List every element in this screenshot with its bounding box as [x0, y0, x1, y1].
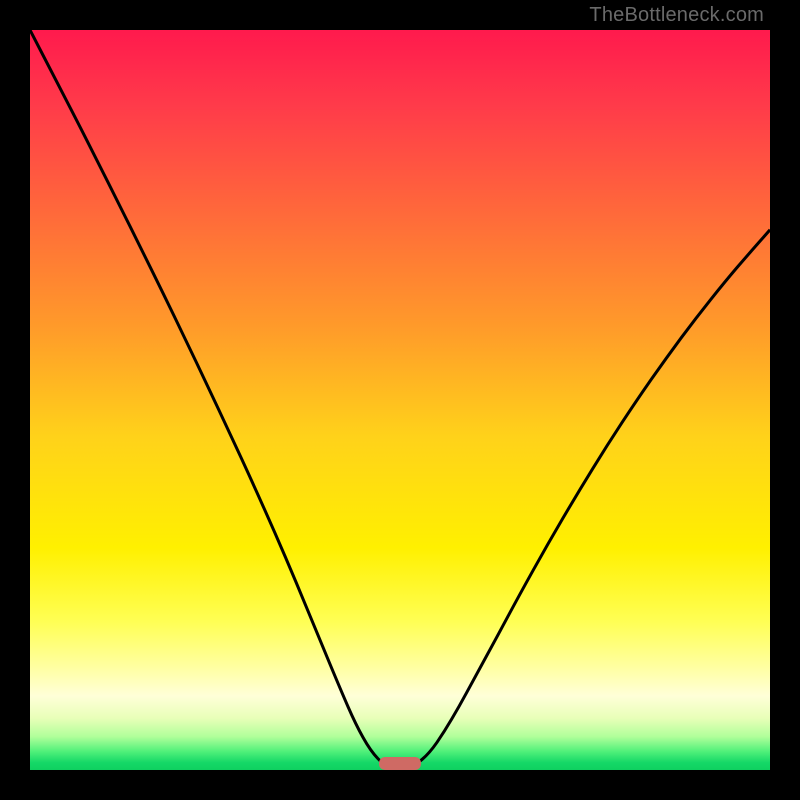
optimum-marker — [379, 757, 421, 770]
watermark-text: TheBottleneck.com — [589, 4, 764, 27]
plot-area — [30, 30, 770, 770]
bottleneck-curve — [30, 30, 770, 770]
curve-line — [30, 30, 770, 769]
